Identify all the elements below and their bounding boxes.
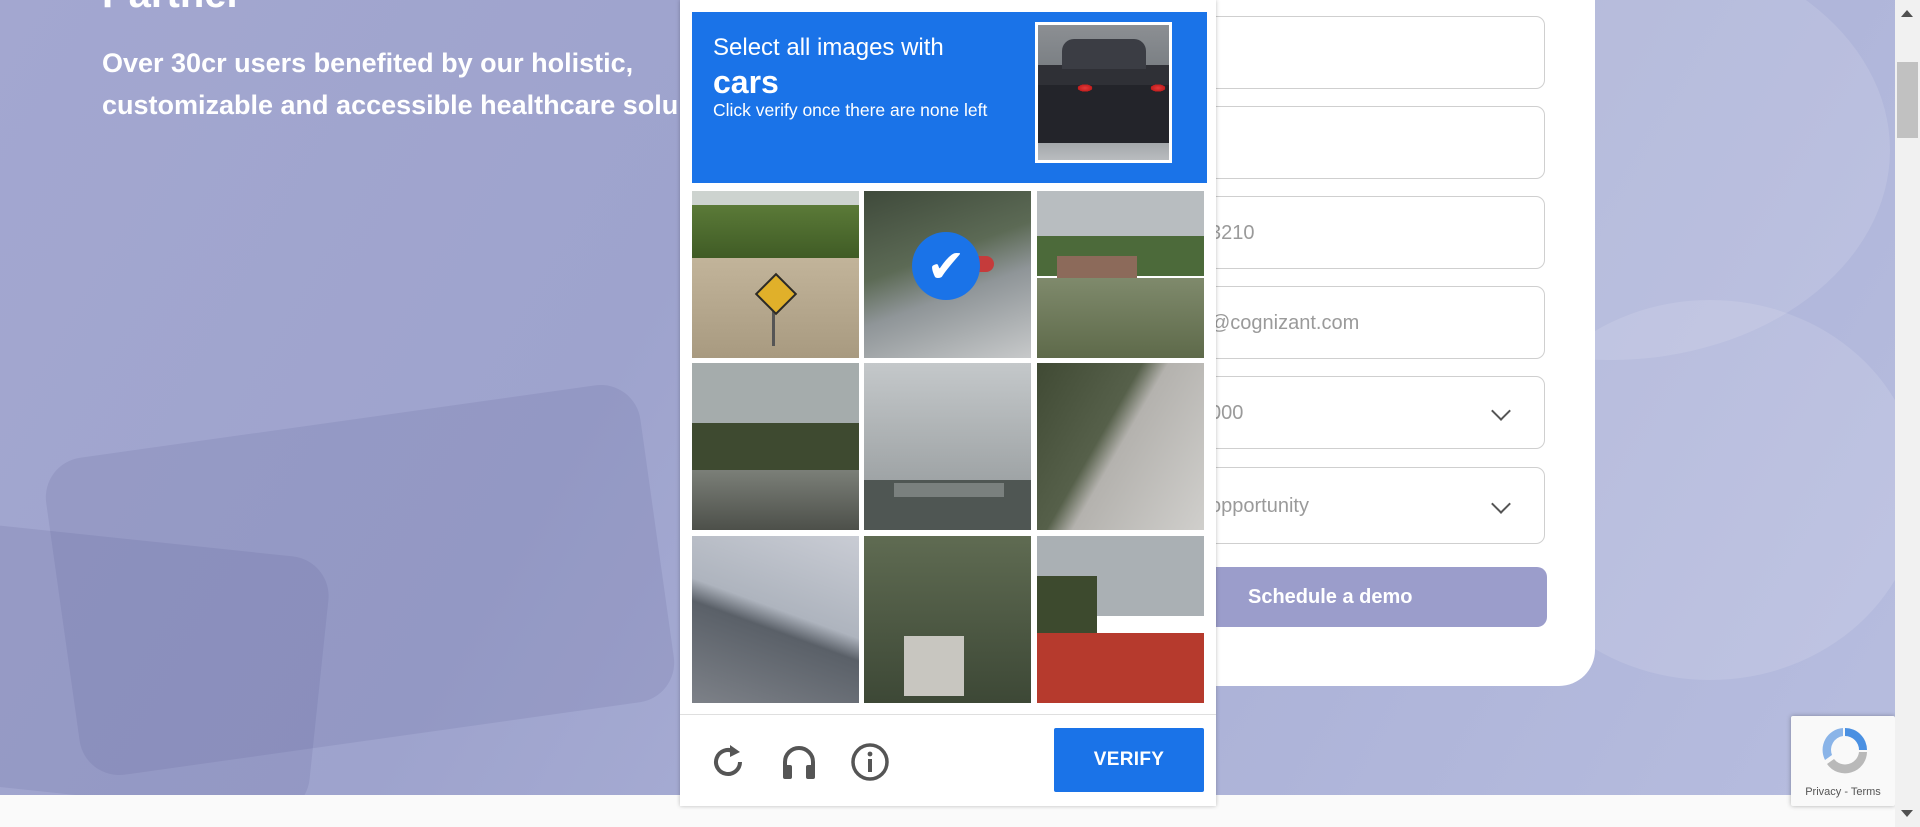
hero-subtitle: Over 30cr users benefited by our holisti… <box>102 48 679 120</box>
captcha-challenge: Select all images with cars Click verify… <box>680 0 1216 806</box>
captcha-tile-9[interactable] <box>1037 536 1204 703</box>
captcha-footer: VERIFY <box>680 714 1216 807</box>
captcha-tile-3[interactable] <box>1037 191 1204 358</box>
scrollbar-thumb[interactable] <box>1897 62 1918 138</box>
field-value: 3210 <box>1210 222 1255 244</box>
recaptcha-badge[interactable]: Privacy - Terms <box>1791 716 1895 806</box>
scroll-up-arrow-icon[interactable] <box>1901 10 1913 17</box>
car-example-image <box>1035 22 1172 163</box>
captcha-tile-4[interactable] <box>692 363 859 530</box>
captcha-tile-1[interactable] <box>692 191 859 358</box>
reload-icon[interactable] <box>708 742 748 782</box>
field-value: @cognizant.com <box>1210 312 1360 334</box>
instruction-text: Select all images with <box>713 34 944 61</box>
verify-button[interactable]: VERIFY <box>1054 728 1204 792</box>
captcha-header: Select all images with cars Click verify… <box>692 12 1207 183</box>
instruction-subtext: Click verify once there are none left <box>713 100 988 120</box>
selected-check-icon: ✔ <box>912 232 980 300</box>
hero-title: Partner <box>102 0 242 17</box>
captcha-tile-2[interactable]: ✔ <box>864 191 1031 358</box>
info-icon[interactable] <box>850 742 890 782</box>
captcha-tile-6[interactable] <box>1037 363 1204 530</box>
headphones-icon[interactable] <box>779 742 819 782</box>
privacy-terms-links[interactable]: Privacy - Terms <box>1791 786 1895 798</box>
captcha-tile-8[interactable] <box>864 536 1031 703</box>
field-value: opportunity <box>1210 495 1309 517</box>
chevron-down-icon <box>1491 494 1511 514</box>
captcha-tile-5[interactable] <box>864 363 1031 530</box>
scroll-down-arrow-icon[interactable] <box>1901 810 1913 817</box>
target-keyword: cars <box>713 64 779 100</box>
captcha-tile-7[interactable] <box>692 536 859 703</box>
recaptcha-logo-icon <box>1818 722 1872 785</box>
chevron-down-icon <box>1491 401 1511 421</box>
